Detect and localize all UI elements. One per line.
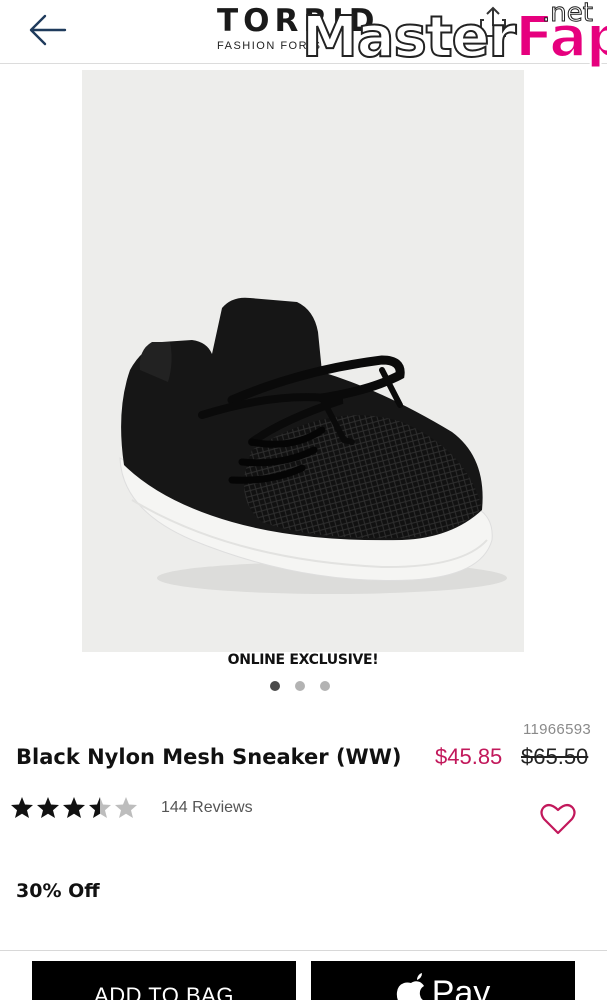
arrow-left-icon bbox=[29, 14, 67, 46]
star-full-icon bbox=[63, 797, 85, 818]
rating-stars[interactable] bbox=[10, 796, 140, 820]
apple-pay-label: Pay bbox=[431, 974, 491, 1000]
heart-outline-icon bbox=[540, 803, 576, 835]
star-full-icon bbox=[37, 797, 59, 818]
carousel-dot[interactable] bbox=[320, 681, 330, 691]
star-half-icon bbox=[89, 797, 111, 818]
apple-logo-icon bbox=[396, 973, 424, 1000]
carousel-dot[interactable] bbox=[295, 681, 305, 691]
carousel-dot[interactable] bbox=[270, 681, 280, 691]
star-empty-icon bbox=[115, 797, 137, 818]
store-logo[interactable]: TORRID FASHION FOR S bbox=[217, 4, 380, 52]
back-button[interactable] bbox=[26, 12, 68, 48]
logo-tagline: FASHION FOR S bbox=[217, 40, 322, 52]
sale-price: $45.85 bbox=[435, 744, 503, 769]
online-exclusive-badge: ONLINE EXCLUSIVE! bbox=[227, 652, 379, 668]
star-full-icon bbox=[11, 797, 33, 818]
app-header: TORRID FASHION FOR S bbox=[0, 0, 607, 64]
product-sku: 11966593 bbox=[522, 721, 591, 738]
product-image bbox=[119, 297, 507, 594]
logo-title: TORRID bbox=[217, 3, 380, 39]
share-button[interactable] bbox=[478, 6, 508, 38]
discount-label: 30% Off bbox=[16, 880, 100, 902]
add-to-bag-button[interactable]: ADD TO BAG bbox=[32, 961, 296, 1000]
product-image-carousel[interactable] bbox=[82, 70, 524, 652]
wishlist-button[interactable] bbox=[540, 802, 576, 836]
divider bbox=[0, 950, 607, 951]
apple-pay-button[interactable]: Pay bbox=[311, 961, 575, 1000]
reviews-link[interactable]: 144 Reviews bbox=[161, 799, 253, 817]
share-icon bbox=[480, 6, 506, 37]
original-price: $65.50 bbox=[521, 744, 589, 769]
carousel-pagination bbox=[270, 681, 330, 691]
product-title: Black Nylon Mesh Sneaker (WW) bbox=[16, 745, 402, 769]
